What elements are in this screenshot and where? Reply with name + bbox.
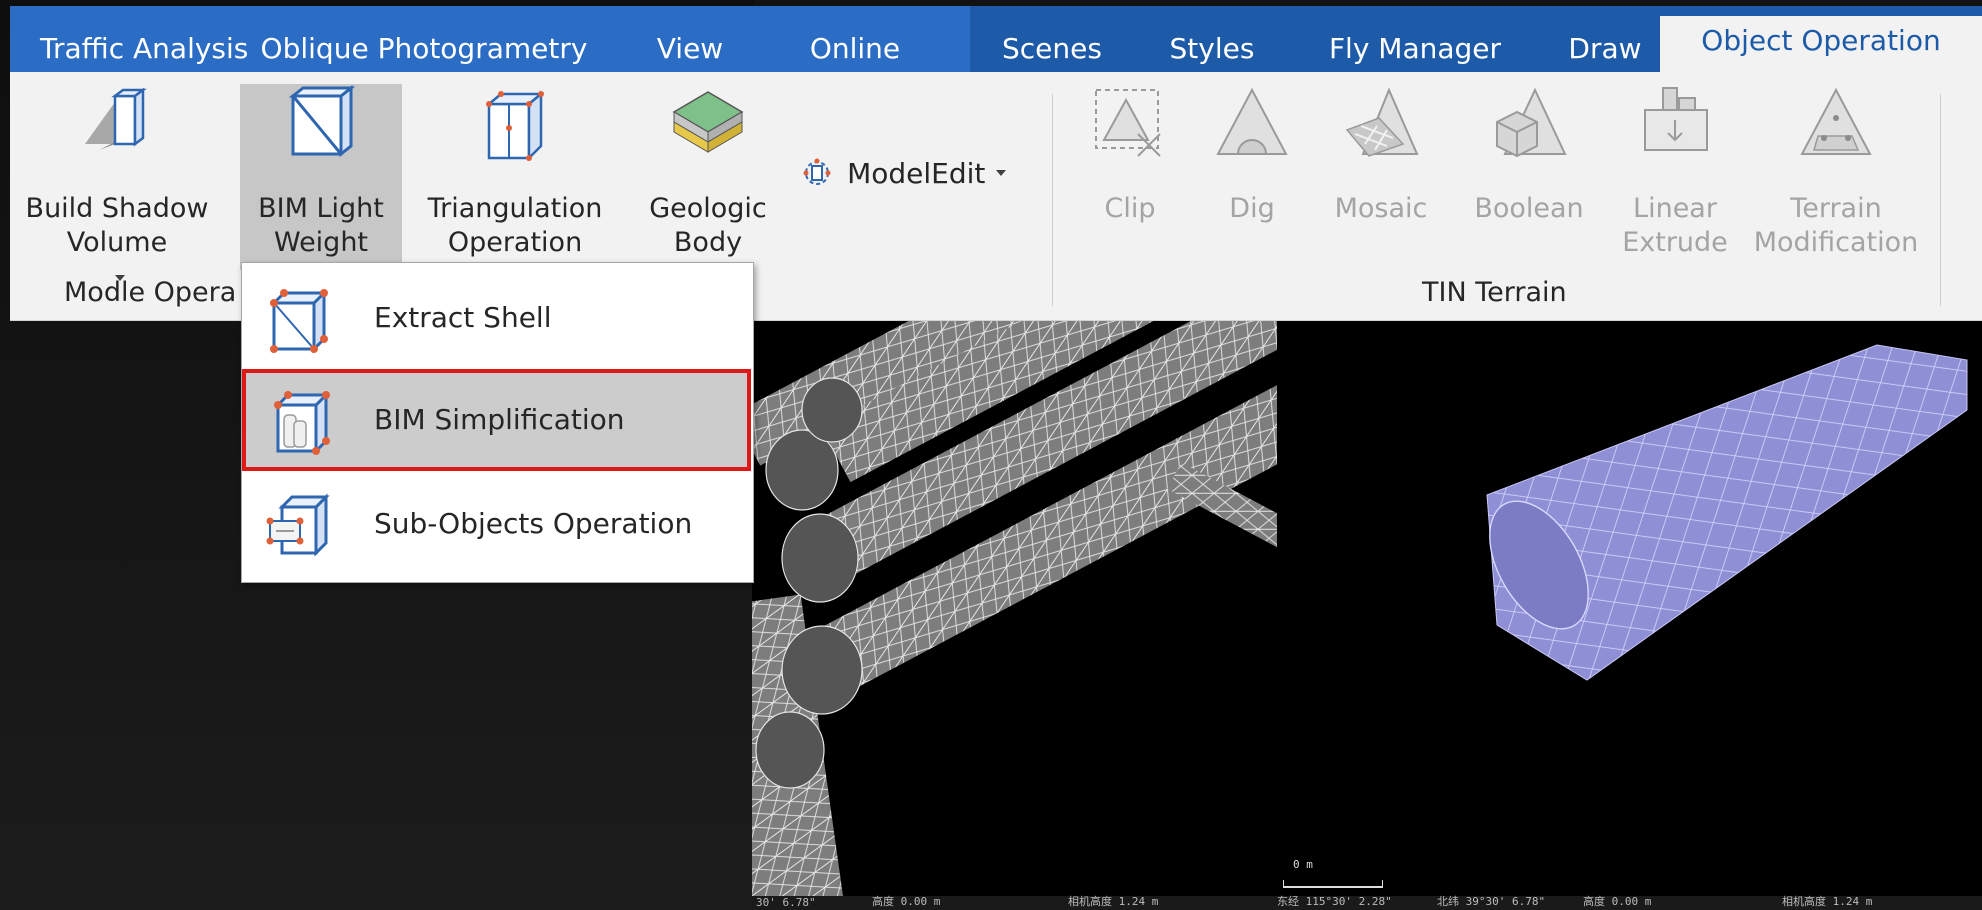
button-label: Mosaic	[1334, 193, 1428, 224]
menu-item-label: BIM Simplification	[374, 403, 625, 436]
chevron-down-icon	[996, 170, 1007, 176]
ribbon-tab-bar: Traffic Analysis Oblique Photogrametry V…	[10, 6, 1982, 74]
pipe-mesh	[752, 300, 1277, 910]
tab-online[interactable]: Online	[770, 26, 940, 72]
status-bar-left: 30' 6.78" 高度 0.00 m 相机高度 1.24 m	[752, 895, 1277, 910]
build-shadow-volume-button[interactable]: Build Shadow Volume	[20, 84, 214, 281]
tab-view[interactable]: View	[630, 26, 750, 72]
clip-button[interactable]: Clip	[1070, 84, 1190, 270]
boolean-button[interactable]: Boolean	[1454, 84, 1604, 270]
selected-pipe-scene	[1486, 344, 1968, 681]
model-edit-button[interactable]: ModelEdit	[800, 156, 1007, 200]
tab-scenes[interactable]: Scenes	[970, 26, 1134, 72]
terrain-modification-button[interactable]: Terrain Modification	[1746, 84, 1926, 270]
triangulation-icon	[485, 91, 545, 162]
tab-object-operation[interactable]: Object Operation	[1660, 16, 1982, 74]
boolean-icon	[1496, 87, 1567, 158]
scale-bar: 0 m	[1283, 858, 1383, 888]
mosaic-icon	[1345, 87, 1419, 157]
status-camera-height: 相机高度 1.24 m	[1782, 895, 1873, 908]
terrain-modification-icon	[1800, 87, 1872, 155]
wireframe-pipes-scene	[752, 300, 1277, 910]
shadow-volume-icon	[85, 87, 147, 150]
bim-light-weight-button[interactable]: BIM Light Weight	[240, 84, 402, 281]
tab-traffic-analysis[interactable]: Traffic Analysis	[40, 26, 248, 72]
dig-icon	[1216, 87, 1288, 155]
geologic-body-icon	[672, 91, 744, 153]
scene-viewport-right[interactable]: 东经 115°30' 2.28" 北纬 39°30' 6.78" 高度 0.00…	[1277, 300, 1982, 910]
button-label: Clip	[1104, 193, 1156, 224]
menu-item-sub-objects-operation[interactable]: Sub-Objects Operation	[244, 475, 749, 573]
scale-bar-line	[1283, 880, 1383, 888]
button-label: Boolean	[1474, 193, 1584, 224]
sub-objects-icon	[266, 493, 330, 557]
button-label: Linear Extrude	[1622, 193, 1728, 258]
extract-shell-icon	[270, 289, 328, 353]
group-separator	[1052, 94, 1053, 306]
group-label-tin-terrain: TIN Terrain	[1422, 277, 1567, 308]
mosaic-button[interactable]: Mosaic	[1316, 84, 1446, 270]
linear-extrude-button[interactable]: Linear Extrude	[1610, 84, 1740, 270]
group-label-model-operation: Modle Opera	[64, 277, 237, 308]
scene-viewport-left[interactable]: 30' 6.78" 高度 0.00 m 相机高度 1.24 m	[752, 300, 1277, 910]
button-label: Dig	[1229, 193, 1275, 224]
tab-fly-manager[interactable]: Fly Manager	[1290, 26, 1540, 72]
selected-pipe	[1486, 344, 1968, 681]
status-latitude: 北纬 39°30' 6.78"	[1437, 895, 1546, 908]
bim-light-weight-dropdown: Extract Shell BIM Simplification Sub-Obj…	[241, 262, 754, 583]
bim-simplification-icon	[274, 391, 330, 455]
geologic-body-button[interactable]: Geologic Body	[628, 84, 788, 281]
button-label: Terrain Modification	[1753, 193, 1919, 258]
status-bar-right: 东经 115°30' 2.28" 北纬 39°30' 6.78" 高度 0.00…	[1277, 895, 1982, 910]
triangulation-operation-button[interactable]: Triangulation Operation	[410, 84, 620, 281]
menu-item-label: Extract Shell	[374, 301, 552, 334]
model-edit-icon	[803, 158, 831, 185]
group-separator	[1940, 94, 1941, 306]
tab-styles[interactable]: Styles	[1134, 26, 1290, 72]
bim-lightweight-icon	[288, 84, 356, 158]
status-height: 高度 0.00 m	[1583, 895, 1652, 908]
linear-extrude-icon	[1644, 87, 1708, 151]
tab-draw[interactable]: Draw	[1540, 26, 1670, 72]
menu-item-extract-shell[interactable]: Extract Shell	[244, 269, 749, 367]
status-longitude: 30' 6.78"	[756, 896, 816, 909]
tab-oblique-photogrametry[interactable]: Oblique Photogrametry	[246, 26, 602, 72]
dig-button[interactable]: Dig	[1196, 84, 1308, 270]
menu-item-label: Sub-Objects Operation	[374, 507, 693, 540]
menu-item-bim-simplification[interactable]: BIM Simplification	[242, 369, 751, 471]
status-longitude: 东经 115°30' 2.28"	[1277, 895, 1392, 908]
clip-icon	[1095, 89, 1161, 157]
model-edit-label: ModelEdit	[847, 156, 986, 190]
status-camera-height: 相机高度 1.24 m	[1068, 895, 1159, 908]
status-height: 高度 0.00 m	[872, 895, 941, 908]
